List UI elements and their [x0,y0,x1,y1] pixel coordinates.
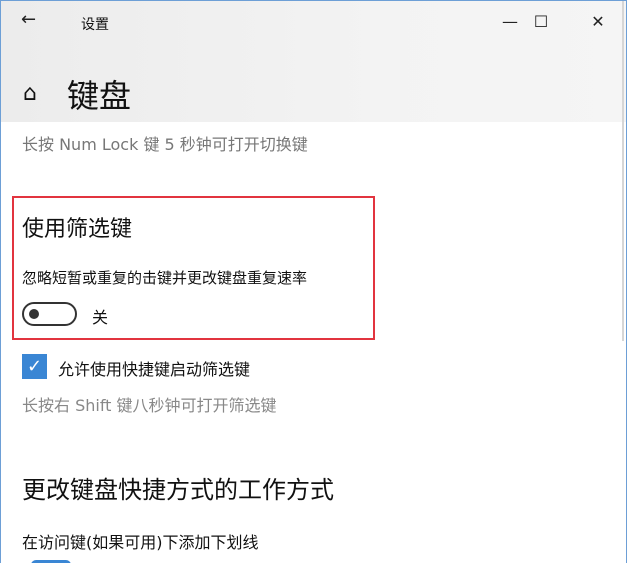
toggle-state-label: 关 [92,308,109,327]
back-button[interactable]: ← [21,9,36,30]
minimize-button[interactable]: — [495,7,525,37]
underline-access-keys-label: 在访问键(如果可用)下添加下划线 [22,533,259,552]
filter-keys-heading: 使用筛选键 [22,217,133,242]
shortcut-checkbox[interactable]: ✓ [22,354,47,379]
toggle-knob [29,309,39,319]
window-title: 设置 [81,17,109,33]
scrollbar[interactable] [622,1,624,341]
toggle-keys-hint: 长按 Num Lock 键 5 秒钟可打开切换键 [22,135,308,154]
filter-keys-toggle[interactable] [22,302,77,326]
shortcuts-section-heading: 更改键盘快捷方式的工作方式 [22,476,334,504]
shortcut-checkbox-label[interactable]: 允许使用快捷键启动筛选键 [58,356,250,380]
home-icon[interactable]: ⌂ [23,81,37,106]
check-icon: ✓ [26,356,43,377]
close-button[interactable]: ✕ [583,7,613,37]
filter-keys-description: 忽略短暂或重复的击键并更改键盘重复速率 [22,269,308,287]
shortcut-hint: 长按右 Shift 键八秒钟可打开筛选键 [22,396,277,415]
page-title: 键盘 [67,77,132,115]
settings-window: ← 设置 — ☐ ✕ ⌂ 键盘 长按 Num Lock 键 5 秒钟可打开切换键… [0,0,627,563]
maximize-button[interactable]: ☐ [526,7,556,37]
